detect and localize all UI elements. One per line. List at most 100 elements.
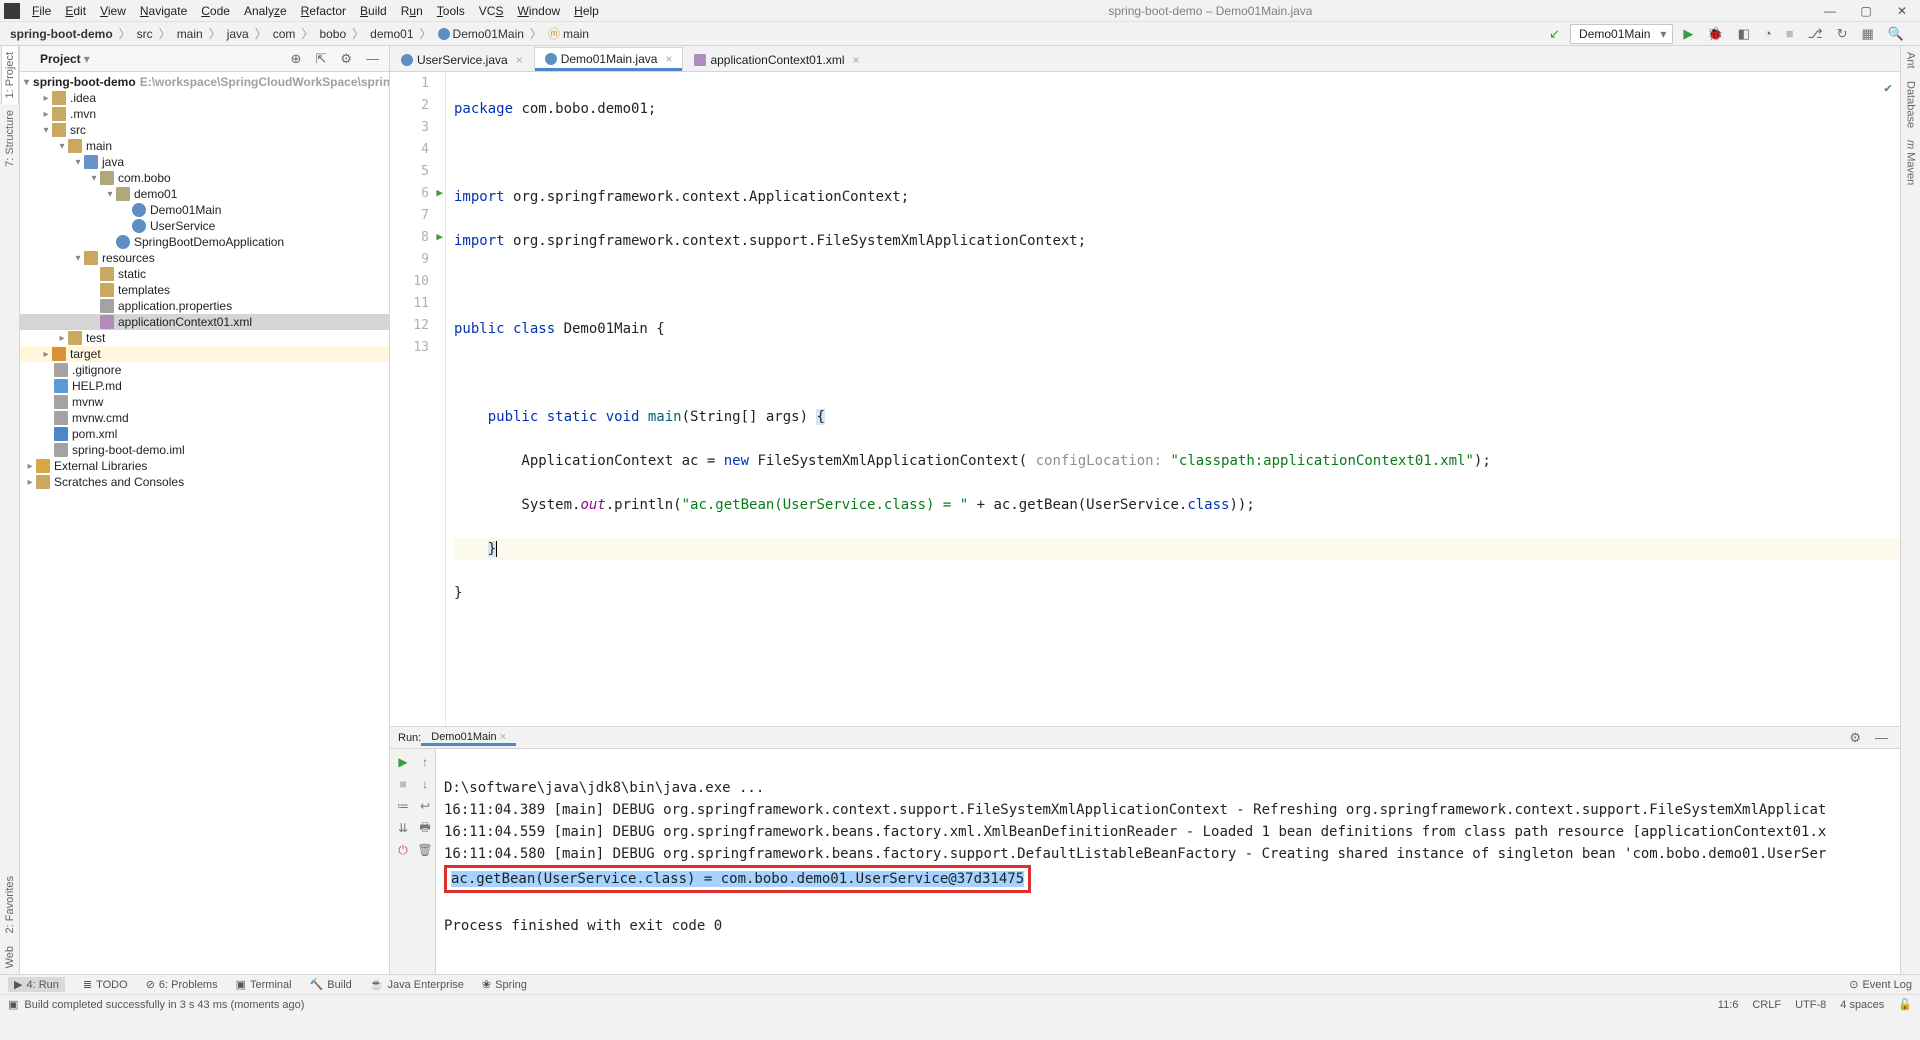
hide-icon[interactable]: — [1871,728,1892,748]
debug-button[interactable]: 🐞 [1703,24,1727,44]
menu-view[interactable]: View [94,2,132,20]
bottom-toolwindow-bar: ▶ 4: Run ≣ TODO ⊘ 6: Problems ▣ Terminal… [0,974,1920,994]
menu-vcs[interactable]: VCS [473,2,510,20]
line-separator[interactable]: CRLF [1752,999,1781,1011]
tab-web[interactable]: Web [2,940,18,974]
menu-file[interactable]: FFileile [26,2,57,20]
editor-gutter[interactable]: 1 2 3 4 5 6▶ 7 8▶ 9 10 11 12 13 [390,72,446,726]
update-button[interactable]: ↻ [1833,24,1852,44]
editor-tab[interactable]: UserService.java× [390,47,534,71]
right-sidebar-tabs: Ant Database m Maven [1900,46,1920,974]
editor-tabs: UserService.java× Demo01Main.java× appli… [390,46,1900,72]
exit-icon[interactable]: ⏻ [394,841,412,859]
stop-button[interactable]: ■ [1782,24,1798,43]
profile-button[interactable]: ◔ [1760,24,1776,43]
wrap-icon[interactable]: ↩ [416,797,434,815]
toolwin-terminal[interactable]: ▣ Terminal [236,978,292,991]
toolwin-todo[interactable]: ≣ TODO [83,978,128,991]
rerun-icon[interactable]: ▶ [394,753,412,771]
toolwin-eventlog[interactable]: ⊙ Event Log [1849,978,1912,991]
ide-actions-button[interactable]: ▦ [1858,24,1878,44]
close-icon[interactable]: × [853,53,860,67]
trash-icon[interactable]: 🗑 [416,841,434,859]
settings-icon[interactable]: ⚙ [336,49,356,69]
run-config-combo[interactable]: Demo01Main [1570,24,1673,44]
git-button[interactable]: ⎇ [1804,24,1827,44]
breadcrumb[interactable]: src [133,27,157,41]
breadcrumb[interactable]: main [173,27,207,41]
encoding[interactable]: UTF-8 [1795,999,1826,1011]
toolwin-build[interactable]: 🔨 Build [310,978,352,991]
project-view-combo[interactable]: Project ▾ [40,52,90,66]
breadcrumb[interactable]: spring-boot-demo [6,27,117,41]
minimize-button[interactable]: — [1816,4,1844,18]
status-bar: ▣ Build completed successfully in 3 s 43… [0,994,1920,1014]
breadcrumb[interactable]: java [223,27,253,41]
tree-item-selected[interactable]: applicationContext01.xml [20,314,389,330]
print-icon[interactable]: 🖶 [416,819,434,837]
breadcrumb[interactable]: bobo [315,27,350,41]
breadcrumb[interactable]: Demo01Main [434,27,528,41]
breadcrumb-bar: spring-boot-demo〉 src〉 main〉 java〉 com〉 … [0,22,1920,46]
menu-tools[interactable]: Tools [431,2,471,20]
run-panel: Run: Demo01Main × ⚙ — ▶↑ ■↓ ≔↩ ⇊🖶 ⏻🗑 D:\… [390,726,1900,974]
code-editor[interactable]: ✔package com.bobo.demo01; import org.spr… [446,72,1900,726]
up-icon[interactable]: ↑ [416,753,434,771]
menu-code[interactable]: Code [195,2,236,20]
toolwin-javaee[interactable]: ☕ Java Enterprise [370,978,464,991]
tab-maven[interactable]: m Maven [1903,134,1919,191]
toolwin-spring[interactable]: ❀ Spring [482,978,527,991]
toolwin-run[interactable]: ▶ 4: Run [8,977,65,992]
analysis-ok-icon: ✔ [1884,78,1892,100]
toolwin-problems[interactable]: ⊘ 6: Problems [146,978,218,991]
menu-navigate[interactable]: Navigate [134,2,193,20]
editor-tab[interactable]: applicationContext01.xml× [683,47,870,71]
close-button[interactable]: ✕ [1888,4,1916,18]
collapse-all-icon[interactable]: ⇱ [311,49,330,69]
coverage-button[interactable]: ◧ [1734,24,1754,44]
build-icon[interactable]: ↙ [1545,24,1564,44]
menu-refactor[interactable]: Refactor [295,2,352,20]
close-icon[interactable]: × [516,53,523,67]
run-button[interactable]: ▶ [1679,24,1697,44]
menu-help[interactable]: Help [568,2,605,20]
menu-window[interactable]: Window [511,2,566,20]
run-tab[interactable]: Demo01Main × [421,729,516,746]
down-icon[interactable]: ↓ [416,775,434,793]
search-button[interactable]: 🔍 [1884,24,1908,44]
tab-ant[interactable]: Ant [1903,46,1919,75]
tab-favorites[interactable]: 2: Favorites [2,870,18,939]
breadcrumb[interactable]: ⓜmain [544,25,593,42]
project-tree[interactable]: ▾spring-boot-demoE:\workspace\SpringClou… [20,72,389,974]
menu-build[interactable]: Build [354,2,393,20]
run-toolbar: ▶↑ ■↓ ≔↩ ⇊🖶 ⏻🗑 [390,749,436,974]
main-menu: FFileile Edit View Navigate Code Analyze… [26,2,605,20]
menu-run[interactable]: Run [395,2,429,20]
readonly-icon[interactable]: 🔓 [1898,998,1912,1011]
tab-structure[interactable]: 7: Structure [2,104,18,173]
indent[interactable]: 4 spaces [1840,999,1884,1011]
menu-analyze[interactable]: Analyze [238,2,293,20]
title-bar: FFileile Edit View Navigate Code Analyze… [0,0,1920,22]
console-output[interactable]: D:\software\java\jdk8\bin\java.exe ... 1… [436,749,1900,974]
maximize-button[interactable]: ▢ [1852,4,1880,18]
layout-icon[interactable]: ≔ [394,797,412,815]
close-icon[interactable]: × [665,52,672,66]
tab-database[interactable]: Database [1903,75,1919,134]
menu-edit[interactable]: Edit [59,2,92,20]
scroll-icon[interactable]: ⇊ [394,819,412,837]
run-gutter-icon[interactable]: ▶ [436,186,443,199]
breadcrumb[interactable]: demo01 [366,27,417,41]
tab-project[interactable]: 1: Project [1,46,19,104]
scroll-from-source-icon[interactable]: ⊕ [287,49,306,69]
settings-icon[interactable]: ⚙ [1845,728,1865,748]
hide-panel-icon[interactable]: — [362,49,383,69]
caret-position[interactable]: 11:6 [1718,999,1739,1011]
breadcrumb[interactable]: com [269,27,300,41]
run-gutter-icon[interactable]: ▶ [436,230,443,243]
project-panel: Project ▾ ⊕ ⇱ ⚙ — ▾spring-boot-demoE:\wo… [20,46,390,974]
editor-area: UserService.java× Demo01Main.java× appli… [390,46,1900,726]
stop-icon[interactable]: ■ [394,775,412,793]
editor-tab-active[interactable]: Demo01Main.java× [534,47,684,71]
app-logo-icon [4,3,20,19]
